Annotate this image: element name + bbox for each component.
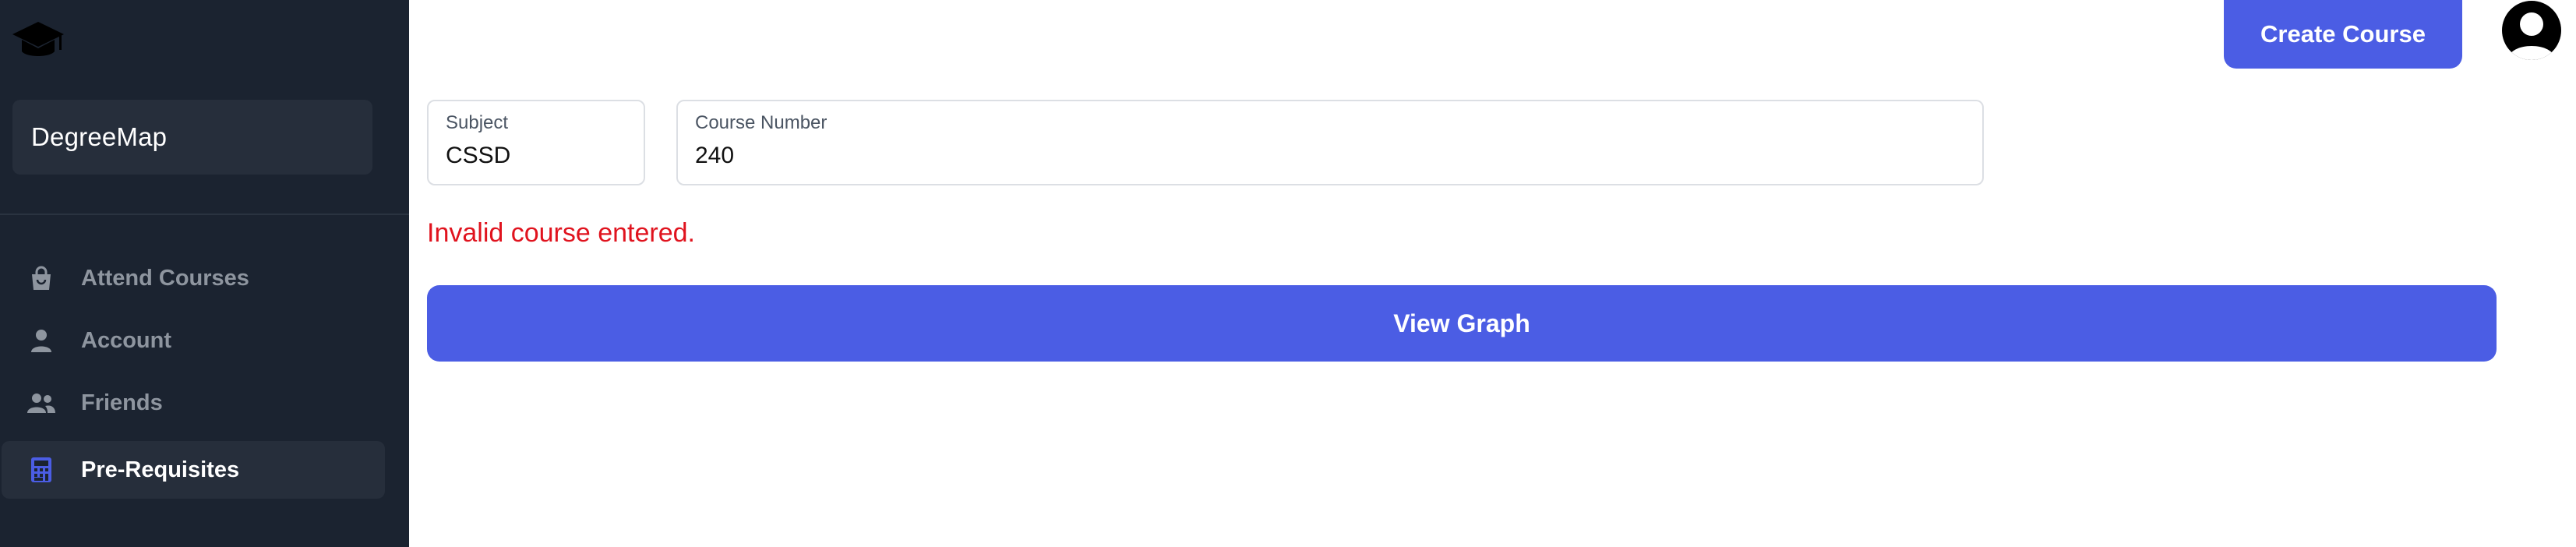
error-message: Invalid course entered. [427,218,695,248]
sidebar-item-label: Account [81,327,171,353]
sidebar-item-label: Attend Courses [81,265,249,291]
subject-field[interactable]: Subject [427,100,645,185]
sidebar-item-friends[interactable]: Friends [2,374,385,432]
user-icon [26,326,56,355]
course-number-field[interactable]: Course Number [676,100,1984,185]
sidebar-item-label: Pre-Requisites [81,457,240,482]
create-course-label: Create Course [2260,20,2426,48]
users-icon [26,388,56,418]
create-course-button[interactable]: Create Course [2224,0,2462,69]
view-graph-button[interactable]: View Graph [427,285,2497,362]
course-number-input[interactable] [695,139,1957,173]
sidebar-item-attend-courses[interactable]: Attend Courses [2,249,385,307]
sidebar-item-account[interactable]: Account [2,312,385,369]
sidebar: DegreeMap Attend Courses Account Friends… [0,0,409,547]
brand-name: DegreeMap [31,122,168,151]
brand-box[interactable]: DegreeMap [12,100,372,175]
shopping-bag-icon [26,263,56,293]
sidebar-item-label: Friends [81,390,163,415]
sidebar-divider [0,214,409,215]
course-number-label: Course Number [695,112,827,133]
subject-input[interactable] [446,139,633,173]
graduation-cap-icon[interactable] [11,19,65,62]
subject-label: Subject [446,112,509,133]
view-graph-label: View Graph [1393,309,1530,337]
user-circle-icon[interactable] [2498,0,2565,61]
sidebar-item-pre-requisites[interactable]: Pre-Requisites [2,441,385,499]
calculator-icon [26,455,56,485]
